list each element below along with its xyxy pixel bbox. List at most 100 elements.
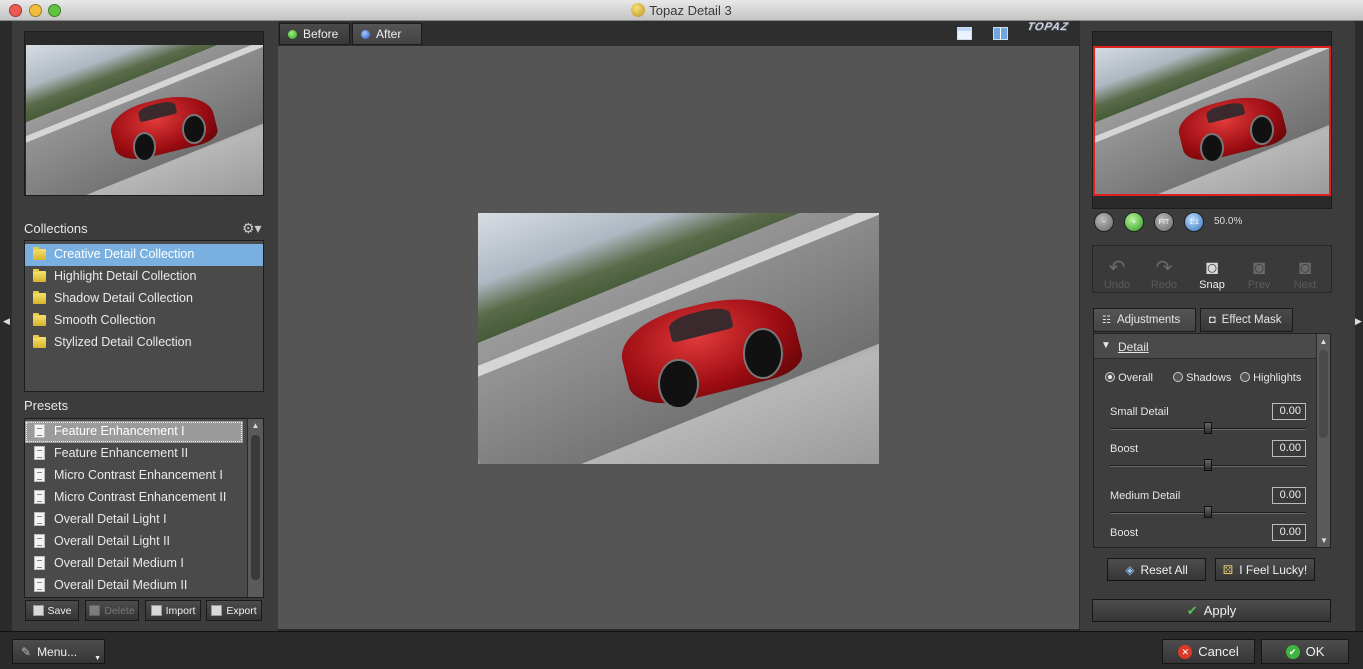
preset-item[interactable]: Overall Detail Light II: [25, 531, 243, 553]
scroll-up-icon[interactable]: ▲: [248, 419, 263, 430]
preset-item[interactable]: Feature Enhancement I: [25, 421, 243, 443]
adjustments-panel: ▼ Detail Overall Shadows Highlights Smal…: [1093, 333, 1331, 548]
zoom-level: 50.0%: [1214, 216, 1243, 227]
adj-scroll-down-icon[interactable]: ▼: [1317, 536, 1330, 545]
ok-button[interactable]: ✔ OK: [1261, 639, 1349, 664]
save-icon: [32, 605, 44, 616]
preset-document-icon: [34, 512, 45, 526]
slider-label: Medium Detail: [1110, 490, 1181, 502]
cancel-button[interactable]: ✕ Cancel: [1162, 639, 1255, 664]
window-title-text: Topaz Detail 3: [649, 3, 732, 18]
right-panel-collapse-icon[interactable]: ▶: [1355, 316, 1363, 327]
slider-knob[interactable]: [1204, 459, 1212, 471]
slider-label: Boost: [1110, 443, 1139, 455]
collection-item[interactable]: Shadow Detail Collection: [25, 288, 263, 310]
radio-shadows[interactable]: [1173, 372, 1183, 382]
snap-button[interactable]: ◙ Snap: [1190, 247, 1234, 291]
slider-knob[interactable]: [1204, 506, 1212, 518]
collections-list: Creative Detail Collection Highlight Deta…: [24, 240, 264, 392]
preset-document-icon: [34, 424, 45, 438]
zoom-in-icon[interactable]: +: [1124, 212, 1144, 232]
main-preview-image[interactable]: [478, 213, 879, 464]
preview-thumbnail-frame: [24, 31, 264, 196]
collections-gear-icon[interactable]: ⚙▾: [242, 220, 262, 237]
delete-icon: [89, 605, 101, 616]
navigator-frame: [1092, 31, 1332, 209]
collection-item-label: Shadow Detail Collection: [54, 291, 193, 305]
presets-scroll-thumb[interactable]: [251, 435, 260, 580]
tab-adjustments[interactable]: ☷ Adjustments: [1093, 308, 1196, 332]
collapse-triangle-icon[interactable]: ▼: [1101, 340, 1111, 351]
collection-item[interactable]: Smooth Collection: [25, 310, 263, 332]
next-button[interactable]: ◙ Next: [1283, 247, 1327, 291]
topaz-app-icon: [631, 3, 646, 17]
preset-item[interactable]: Feature Enhancement II: [25, 443, 243, 465]
adj-scroll-thumb[interactable]: [1319, 350, 1328, 438]
zoom-fit-icon[interactable]: FIT: [1154, 212, 1174, 232]
right-panel: − + FIT 1:1 50.0% ↶ Undo ↷ Redo ◙ Snap ◙ Pre…: [1080, 21, 1355, 631]
presets-scrollbar[interactable]: ▲: [247, 419, 263, 597]
i-feel-lucky-button[interactable]: ⚄ I Feel Lucky!: [1215, 558, 1315, 581]
slider-label: Small Detail: [1110, 406, 1169, 418]
preset-document-icon: [34, 578, 45, 592]
collection-item[interactable]: Stylized Detail Collection: [25, 332, 263, 354]
undo-button[interactable]: ↶ Undo: [1095, 247, 1139, 291]
prev-button[interactable]: ◙ Prev: [1237, 247, 1281, 291]
collection-item[interactable]: Creative Detail Collection: [25, 244, 263, 266]
slider-value-field[interactable]: 0.00: [1272, 403, 1306, 420]
preset-item[interactable]: Overall Detail Medium II: [25, 575, 243, 597]
preset-item[interactable]: Overall Detail Medium I: [25, 553, 243, 575]
next-camera-icon: ◙: [1298, 257, 1312, 279]
split-view-icon[interactable]: [993, 27, 1008, 40]
navigator-viewport-frame[interactable]: [1093, 46, 1331, 196]
reset-icon: ◈: [1125, 562, 1135, 577]
bottom-bar: ✎ Menu... ▼ ✕ Cancel ✔ OK: [0, 631, 1363, 669]
reset-all-button[interactable]: ◈ Reset All: [1107, 558, 1206, 581]
radio-highlights[interactable]: [1240, 372, 1250, 382]
presets-list: Feature Enhancement I Feature Enhancement…: [24, 418, 264, 598]
adjustments-scrollbar[interactable]: ▲ ▼: [1316, 334, 1330, 547]
slider-value-field[interactable]: 0.00: [1272, 440, 1306, 457]
tab-before[interactable]: Before: [279, 23, 350, 45]
adj-scroll-up-icon[interactable]: ▲: [1317, 334, 1330, 346]
preset-item[interactable]: Micro Contrast Enhancement I: [25, 465, 243, 487]
left-panel-collapse-icon[interactable]: ◀: [3, 316, 11, 327]
menu-button[interactable]: ✎ Menu... ▼: [12, 639, 105, 664]
preset-item[interactable]: Micro Contrast Enhancement II: [25, 487, 243, 509]
slider-label: Boost: [1110, 527, 1139, 539]
tab-effect-mask[interactable]: ◘ Effect Mask: [1200, 308, 1293, 332]
mode-shadows[interactable]: Shadows: [1173, 372, 1231, 384]
zoom-out-icon[interactable]: −: [1094, 212, 1114, 232]
redo-button[interactable]: ↷ Redo: [1142, 247, 1186, 291]
single-view-icon[interactable]: [957, 27, 972, 40]
slider-value-field[interactable]: 0.00: [1272, 524, 1306, 541]
mode-highlights[interactable]: Highlights: [1240, 372, 1301, 384]
main-preview-canvas[interactable]: [278, 46, 1079, 629]
folder-icon: [33, 291, 46, 304]
ok-check-icon: ✔: [1285, 644, 1300, 659]
zoom-100-icon[interactable]: 1:1: [1184, 212, 1204, 232]
import-preset-button[interactable]: Import: [145, 600, 201, 621]
save-preset-button[interactable]: Save: [25, 600, 79, 621]
export-icon: [211, 605, 223, 616]
preset-item[interactable]: Overall Detail Light I: [25, 509, 243, 531]
delete-preset-button[interactable]: Delete: [85, 600, 139, 621]
preset-item-label: Overall Detail Medium II: [54, 578, 188, 592]
mode-overall[interactable]: Overall: [1105, 372, 1153, 384]
collection-item[interactable]: Highlight Detail Collection: [25, 266, 263, 288]
redo-label: Redo: [1150, 279, 1178, 291]
slider-value-field[interactable]: 0.00: [1272, 487, 1306, 504]
collection-item-label: Creative Detail Collection: [54, 247, 195, 261]
preset-item-label: Feature Enhancement I: [54, 424, 185, 438]
radio-overall[interactable]: [1105, 372, 1115, 382]
apply-button[interactable]: ✔ Apply: [1092, 599, 1331, 622]
detail-section-header[interactable]: ▼ Detail: [1094, 334, 1316, 359]
topaz-logo-text: TOPAZ: [1026, 21, 1070, 33]
presets-heading: Presets: [24, 398, 69, 413]
export-preset-button[interactable]: Export: [206, 600, 262, 621]
preset-document-icon: [34, 490, 45, 504]
slider-knob[interactable]: [1204, 422, 1212, 434]
apply-label: Apply: [1203, 603, 1237, 618]
tab-after[interactable]: After: [352, 23, 422, 45]
reset-all-label: Reset All: [1140, 562, 1188, 577]
